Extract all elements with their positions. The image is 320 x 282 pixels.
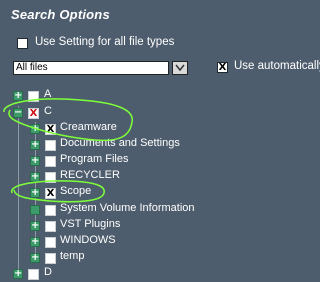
use-setting-label: Use Setting for all file types xyxy=(35,36,175,48)
creamware-checkbox[interactable]: X xyxy=(45,124,56,135)
scope-label: Scope xyxy=(60,185,92,197)
use-auto-label: Use automatically xyxy=(234,60,320,72)
drive-d-checkbox[interactable] xyxy=(28,269,39,280)
windows-label: WINDOWS xyxy=(60,234,116,246)
use-setting-checkbox[interactable] xyxy=(17,38,28,49)
page-title: Search Options xyxy=(11,7,110,22)
drive-d-label: D xyxy=(44,266,52,278)
svi-node-icon xyxy=(30,205,40,215)
vst-checkbox[interactable] xyxy=(45,221,56,232)
drive-c-checkbox[interactable]: X xyxy=(28,108,39,119)
svi-label: System Volume Information xyxy=(60,202,195,214)
svi-checkbox[interactable] xyxy=(45,205,56,216)
expand-temp-button[interactable]: + xyxy=(30,253,40,263)
temp-label: temp xyxy=(60,250,85,262)
collapse-c-button[interactable]: − xyxy=(13,108,23,118)
use-auto-checkbox[interactable]: X xyxy=(217,62,228,73)
expand-scope-button[interactable]: + xyxy=(30,188,40,198)
expand-windows-button[interactable]: + xyxy=(30,237,40,247)
expand-a-button[interactable]: + xyxy=(13,91,23,101)
expand-docs-button[interactable]: + xyxy=(30,140,40,150)
program-files-label: Program Files xyxy=(60,153,129,165)
creamware-label: Creamware xyxy=(60,121,117,133)
scope-checkbox[interactable]: X xyxy=(45,188,56,199)
recycler-checkbox[interactable] xyxy=(45,172,56,183)
drive-a-label: A xyxy=(44,88,52,100)
chevron-down-icon xyxy=(175,64,185,72)
file-type-select-value: All files xyxy=(16,62,48,73)
file-type-select[interactable]: All files xyxy=(13,61,169,75)
tree-connector xyxy=(18,106,19,271)
expand-recycler-button[interactable]: + xyxy=(30,172,40,182)
drive-c-label: C xyxy=(44,105,52,117)
expand-program-files-button[interactable]: + xyxy=(30,156,40,166)
file-type-select-button[interactable] xyxy=(172,61,188,75)
temp-checkbox[interactable] xyxy=(45,253,56,264)
expand-vst-button[interactable]: + xyxy=(30,221,40,231)
drive-a-checkbox[interactable] xyxy=(28,91,39,102)
docs-checkbox[interactable] xyxy=(45,140,56,151)
expand-creamware-button[interactable]: + xyxy=(30,124,40,134)
recycler-label: RECYCLER xyxy=(60,169,120,181)
windows-checkbox[interactable] xyxy=(45,237,56,248)
vst-label: VST Plugins xyxy=(60,218,121,230)
program-files-checkbox[interactable] xyxy=(45,156,56,167)
expand-d-button[interactable]: + xyxy=(13,269,23,279)
docs-label: Documents and Settings xyxy=(60,137,180,149)
